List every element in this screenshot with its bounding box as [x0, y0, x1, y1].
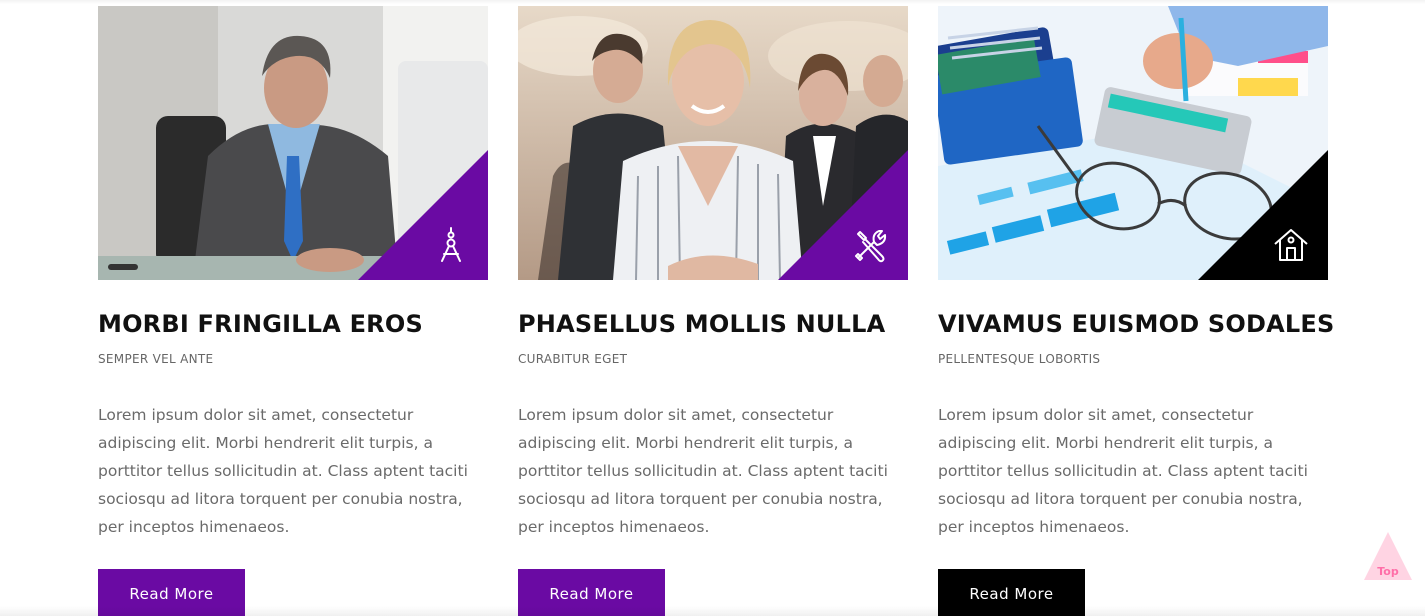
feature-card: MORBI FRINGILLA EROS SEMPER VEL ANTE Lor…	[98, 6, 488, 616]
card-subtitle: SEMPER VEL ANTE	[98, 352, 214, 366]
card-image[interactable]	[98, 6, 488, 280]
card-description: Lorem ipsum dolor sit amet, consectetur …	[518, 406, 888, 536]
feature-cards: MORBI FRINGILLA EROS SEMPER VEL ANTE Lor…	[98, 6, 1334, 616]
home-icon	[1274, 229, 1308, 261]
back-to-top-label: Top	[1377, 565, 1399, 578]
read-more-button[interactable]: Read More	[518, 569, 665, 616]
card-title[interactable]: MORBI FRINGILLA EROS	[98, 310, 423, 338]
card-description: Lorem ipsum dolor sit amet, consectetur …	[98, 406, 468, 536]
card-image[interactable]	[518, 6, 908, 280]
read-more-button[interactable]: Read More	[98, 569, 245, 616]
card-subtitle: PELLENTESQUE LOBORTIS	[938, 352, 1101, 366]
compass-icon	[441, 227, 461, 262]
page-top-border	[0, 0, 1425, 4]
card-image[interactable]	[938, 6, 1328, 280]
feature-card: PHASELLUS MOLLIS NULLA CURABITUR EGET Lo…	[518, 6, 908, 616]
card-description: Lorem ipsum dolor sit amet, consectetur …	[938, 406, 1308, 536]
tools-icon	[855, 230, 887, 263]
card-title[interactable]: PHASELLUS MOLLIS NULLA	[518, 310, 885, 338]
feature-card: VIVAMUS EUISMOD SODALES PELLENTESQUE LOB…	[938, 6, 1334, 616]
card-subtitle: CURABITUR EGET	[518, 352, 628, 366]
back-to-top-button[interactable]: Top	[1362, 530, 1414, 582]
card-title[interactable]: VIVAMUS EUISMOD SODALES	[938, 310, 1334, 338]
read-more-button[interactable]: Read More	[938, 569, 1085, 616]
